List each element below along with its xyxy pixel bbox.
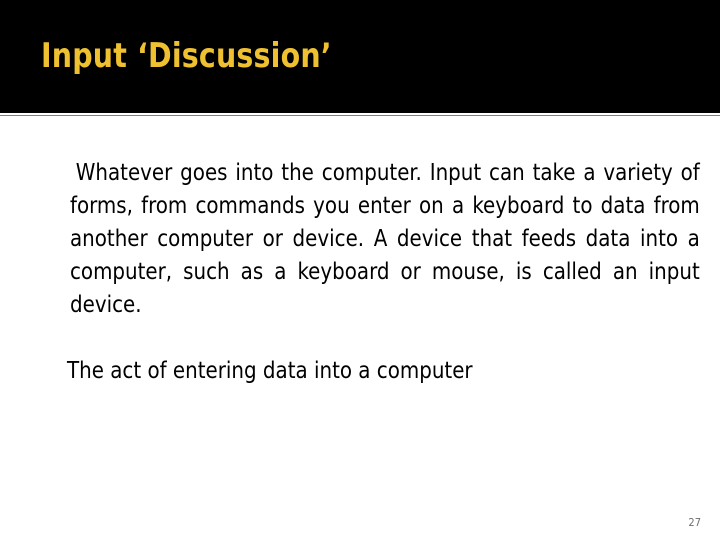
- slide: Input ‘Discussion’ Whatever goes into th…: [0, 0, 720, 540]
- slide-body: Whatever goes into the computer. Input c…: [0, 120, 720, 520]
- page-title: Input ‘Discussion’: [41, 36, 332, 76]
- body-paragraph-summary: The act of entering data into a computer: [67, 358, 473, 384]
- page-number: 27: [688, 516, 701, 529]
- body-paragraph-definition: Whatever goes into the computer. Input c…: [70, 160, 700, 318]
- header-divider: [0, 115, 720, 116]
